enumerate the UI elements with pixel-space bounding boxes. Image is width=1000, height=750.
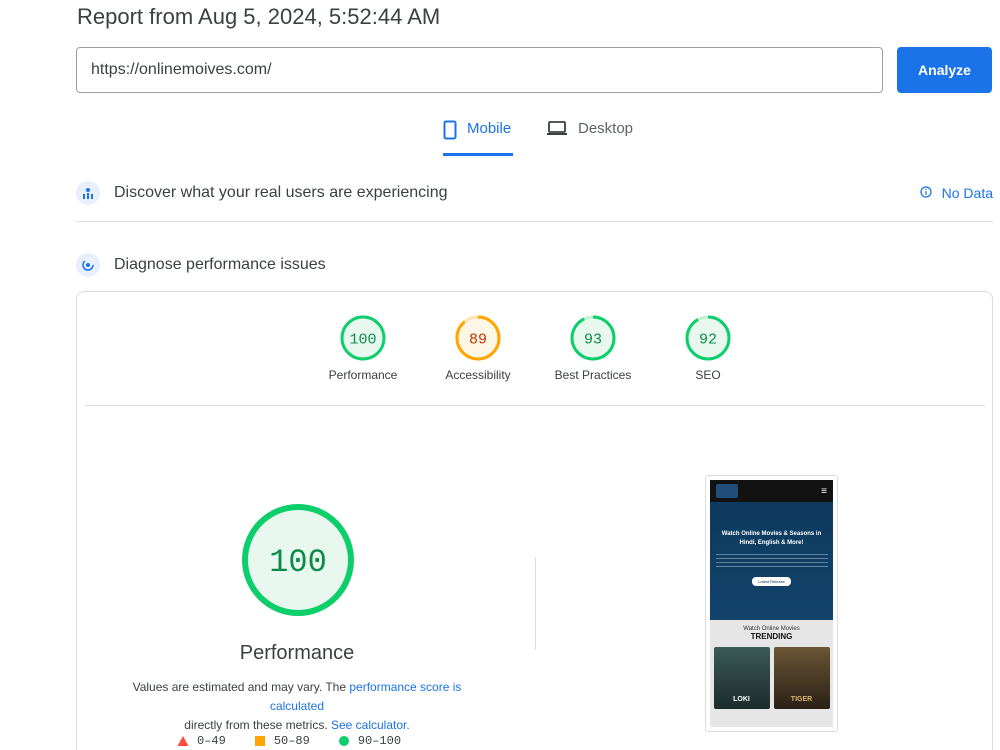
screenshot-content: ≡ Watch Online Movies & Seasons in Hindi… <box>710 480 833 727</box>
legend-average: 50–89 <box>254 734 310 748</box>
vertical-divider <box>535 557 536 650</box>
gauge-performance[interactable]: 100 Performance <box>308 314 418 382</box>
diagnose-section: Diagnose performance issues <box>76 250 993 280</box>
performance-big-gauge: 100 <box>242 504 354 616</box>
report-card: 100 Performance 89 Accessibility 93 Best… <box>76 291 993 750</box>
screenshot-trending: Watch Online Movies TRENDING LOKI TIGER <box>710 620 833 727</box>
screenshot-hero-button: Latest Release <box>752 577 791 586</box>
gauge-best-practices-value: 93 <box>584 332 602 349</box>
tab-mobile[interactable]: Mobile <box>443 120 513 156</box>
gauge-best-practices-ring: 93 <box>570 315 616 361</box>
gauge-accessibility-value: 89 <box>469 332 487 349</box>
card-divider <box>85 405 985 406</box>
tab-desktop-label: Desktop <box>578 120 634 137</box>
legend-pass-range: 90–100 <box>357 734 402 748</box>
tab-desktop[interactable]: Desktop <box>546 120 633 156</box>
url-input[interactable] <box>76 47 883 93</box>
poster-2: TIGER <box>773 647 830 709</box>
screenshot-hero-title: Watch Online Movies & Seasons in Hindi, … <box>721 531 822 546</box>
crux-section[interactable]: Discover what your real users are experi… <box>76 178 993 208</box>
poster-1: LOKI <box>713 647 770 709</box>
performance-big-value: 100 <box>269 544 327 581</box>
tab-mobile-label: Mobile <box>467 120 512 137</box>
legend-fail: 0–49 <box>177 734 226 748</box>
gauge-seo[interactable]: 92 SEO <box>653 314 763 382</box>
info-icon <box>919 185 932 201</box>
gauge-seo-label: SEO <box>695 368 721 382</box>
gauge-performance-value: 100 <box>349 332 376 349</box>
hamburger-menu-icon: ≡ <box>821 485 827 497</box>
note-prefix: Values are estimated and may vary. The <box>132 680 350 694</box>
gauge-accessibility-label: Accessibility <box>445 368 511 382</box>
site-logo <box>716 484 738 498</box>
report-title: Report from Aug 5, 2024, 5:52:44 AM <box>77 4 441 29</box>
no-data-status[interactable]: No Data <box>919 185 993 201</box>
no-data-label: No Data <box>941 185 993 201</box>
users-icon <box>76 181 100 205</box>
legend-pass: 90–100 <box>338 734 401 748</box>
gauge-seo-value: 92 <box>699 332 717 349</box>
lighthouse-icon <box>76 253 100 277</box>
score-gauges: 100 Performance 89 Accessibility 93 Best… <box>77 314 992 394</box>
note-middle: directly from these metrics. <box>184 718 331 732</box>
analyze-button[interactable]: Analyze <box>897 47 992 93</box>
section-divider <box>76 221 993 222</box>
gauge-seo-ring: 92 <box>685 315 731 361</box>
screenshot-navbar: ≡ <box>710 480 833 502</box>
triangle-icon <box>177 736 189 746</box>
score-legend: 0–49 50–89 90–100 <box>177 734 401 748</box>
square-icon <box>254 736 265 746</box>
page-screenshot-thumbnail: ≡ Watch Online Movies & Seasons in Hindi… <box>705 475 838 732</box>
gauge-accessibility-ring: 89 <box>455 315 501 361</box>
gauge-accessibility[interactable]: 89 Accessibility <box>423 314 533 382</box>
gauge-performance-label: Performance <box>328 368 398 382</box>
smartphone-icon <box>443 120 457 144</box>
gauge-performance-ring: 100 <box>340 315 386 361</box>
gauge-best-practices[interactable]: 93 Best Practices <box>538 314 648 382</box>
screenshot-hero: Watch Online Movies & Seasons in Hindi, … <box>710 502 833 620</box>
screenshot-posters: LOKI TIGER <box>710 647 833 709</box>
performance-big-label: Performance <box>239 642 355 664</box>
performance-note: Values are estimated and may vary. The p… <box>107 678 487 735</box>
see-calculator-link[interactable]: See calculator. <box>331 718 410 732</box>
gauge-best-practices-label: Best Practices <box>554 368 632 382</box>
screenshot-trending-title: TRENDING <box>750 632 793 641</box>
circle-icon <box>338 736 349 746</box>
laptop-icon <box>546 120 568 140</box>
screenshot-hero-text <box>715 554 828 570</box>
legend-average-range: 50–89 <box>273 734 310 748</box>
legend-fail-range: 0–49 <box>197 734 226 748</box>
crux-title: Discover what your real users are experi… <box>114 184 448 201</box>
diagnose-title: Diagnose performance issues <box>114 256 326 273</box>
